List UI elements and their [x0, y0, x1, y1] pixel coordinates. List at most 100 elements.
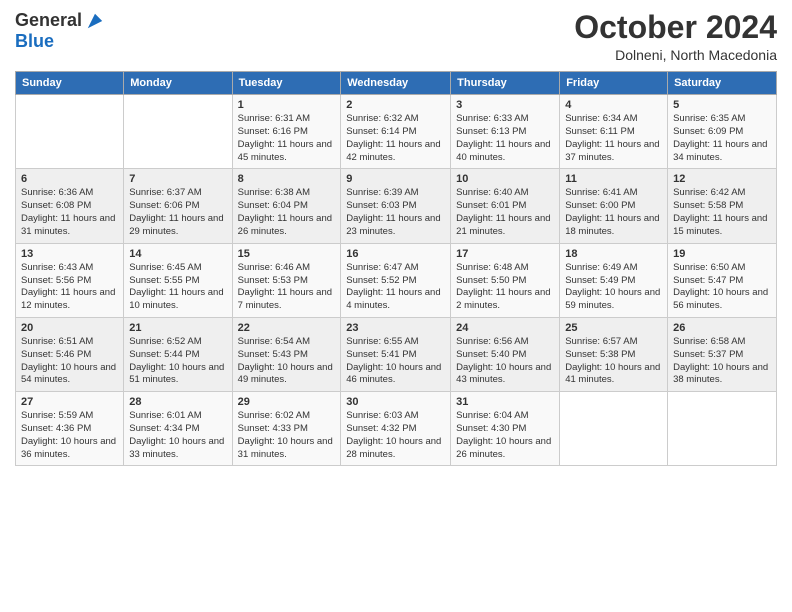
- day-number: 18: [565, 248, 662, 260]
- calendar-week-row: 1 Sunrise: 6:31 AM Sunset: 6:16 PM Daylig…: [16, 95, 777, 169]
- calendar-cell: 28 Sunrise: 6:01 AM Sunset: 4:34 PM Dayli…: [124, 392, 232, 466]
- weekday-header: Friday: [560, 72, 668, 95]
- day-number: 30: [346, 396, 445, 408]
- calendar-cell: 18 Sunrise: 6:49 AM Sunset: 5:49 PM Dayli…: [560, 243, 668, 317]
- day-info: Sunrise: 6:38 AM Sunset: 6:04 PM Dayligh…: [238, 187, 336, 238]
- day-number: 2: [346, 99, 445, 111]
- calendar-cell: 24 Sunrise: 6:56 AM Sunset: 5:40 PM Dayli…: [451, 317, 560, 391]
- day-info: Sunrise: 6:48 AM Sunset: 5:50 PM Dayligh…: [456, 262, 554, 313]
- day-number: 16: [346, 248, 445, 260]
- day-number: 31: [456, 396, 554, 408]
- logo-wing-icon: [86, 12, 104, 30]
- day-info: Sunrise: 6:51 AM Sunset: 5:46 PM Dayligh…: [21, 336, 118, 387]
- calendar-cell: 21 Sunrise: 6:52 AM Sunset: 5:44 PM Dayli…: [124, 317, 232, 391]
- calendar-week-row: 13 Sunrise: 6:43 AM Sunset: 5:56 PM Dayli…: [16, 243, 777, 317]
- day-info: Sunrise: 6:03 AM Sunset: 4:32 PM Dayligh…: [346, 410, 445, 461]
- calendar-cell: 29Sunrise: 6:02 AM Sunset: 4:33 PM Dayli…: [232, 392, 341, 466]
- calendar-cell: 5Sunrise: 6:35 AM Sunset: 6:09 PM Daylig…: [668, 95, 777, 169]
- day-info: Sunrise: 6:46 AM Sunset: 5:53 PM Dayligh…: [238, 262, 336, 313]
- calendar-cell: 13 Sunrise: 6:43 AM Sunset: 5:56 PM Dayli…: [16, 243, 124, 317]
- day-number: 6: [21, 173, 118, 185]
- day-number: 4: [565, 99, 662, 111]
- day-info: Sunrise: 6:39 AM Sunset: 6:03 PM Dayligh…: [346, 187, 445, 238]
- day-info: Sunrise: 6:49 AM Sunset: 5:49 PM Dayligh…: [565, 262, 662, 313]
- day-info: Sunrise: 6:52 AM Sunset: 5:44 PM Dayligh…: [129, 336, 226, 387]
- calendar-cell: 30 Sunrise: 6:03 AM Sunset: 4:32 PM Dayli…: [341, 392, 451, 466]
- calendar-cell: 20 Sunrise: 6:51 AM Sunset: 5:46 PM Dayli…: [16, 317, 124, 391]
- day-info: Sunrise: 6:41 AM Sunset: 6:00 PM Dayligh…: [565, 187, 662, 238]
- location: Dolneni, North Macedonia: [574, 47, 777, 63]
- day-info: Sunrise: 6:33 AM Sunset: 6:13 PM Dayligh…: [456, 113, 554, 164]
- calendar-cell: 6 Sunrise: 6:36 AM Sunset: 6:08 PM Daylig…: [16, 169, 124, 243]
- day-number: 11: [565, 173, 662, 185]
- calendar-cell: [16, 95, 124, 169]
- header: General Blue October 2024 Dolneni, North…: [15, 10, 777, 63]
- day-number: 21: [129, 322, 226, 334]
- calendar-cell: [560, 392, 668, 466]
- calendar-cell: 9Sunrise: 6:39 AM Sunset: 6:03 PM Daylig…: [341, 169, 451, 243]
- day-number: 25: [565, 322, 662, 334]
- logo-blue-text: Blue: [15, 31, 54, 52]
- day-number: 13: [21, 248, 118, 260]
- calendar-cell: 10Sunrise: 6:40 AM Sunset: 6:01 PM Dayli…: [451, 169, 560, 243]
- day-info: Sunrise: 6:55 AM Sunset: 5:41 PM Dayligh…: [346, 336, 445, 387]
- day-info: Sunrise: 6:31 AM Sunset: 6:16 PM Dayligh…: [238, 113, 336, 164]
- calendar-table: SundayMondayTuesdayWednesdayThursdayFrid…: [15, 71, 777, 466]
- day-number: 1: [238, 99, 336, 111]
- calendar-cell: 25 Sunrise: 6:57 AM Sunset: 5:38 PM Dayli…: [560, 317, 668, 391]
- day-info: Sunrise: 5:59 AM Sunset: 4:36 PM Dayligh…: [21, 410, 118, 461]
- calendar-cell: 11 Sunrise: 6:41 AM Sunset: 6:00 PM Dayli…: [560, 169, 668, 243]
- calendar-cell: 15 Sunrise: 6:46 AM Sunset: 5:53 PM Dayli…: [232, 243, 341, 317]
- weekday-header: Wednesday: [341, 72, 451, 95]
- day-info: Sunrise: 6:34 AM Sunset: 6:11 PM Dayligh…: [565, 113, 662, 164]
- day-number: 8: [238, 173, 336, 185]
- day-info: Sunrise: 6:45 AM Sunset: 5:55 PM Dayligh…: [129, 262, 226, 313]
- weekday-header: Tuesday: [232, 72, 341, 95]
- calendar-cell: 27Sunrise: 5:59 AM Sunset: 4:36 PM Dayli…: [16, 392, 124, 466]
- calendar-cell: 23 Sunrise: 6:55 AM Sunset: 5:41 PM Dayli…: [341, 317, 451, 391]
- day-number: 28: [129, 396, 226, 408]
- logo-general-text: General: [15, 10, 82, 31]
- day-info: Sunrise: 6:36 AM Sunset: 6:08 PM Dayligh…: [21, 187, 118, 238]
- day-number: 24: [456, 322, 554, 334]
- calendar-cell: 19Sunrise: 6:50 AM Sunset: 5:47 PM Dayli…: [668, 243, 777, 317]
- weekday-header: Thursday: [451, 72, 560, 95]
- calendar-cell: 4 Sunrise: 6:34 AM Sunset: 6:11 PM Daylig…: [560, 95, 668, 169]
- calendar-cell: 17 Sunrise: 6:48 AM Sunset: 5:50 PM Dayli…: [451, 243, 560, 317]
- day-info: Sunrise: 6:47 AM Sunset: 5:52 PM Dayligh…: [346, 262, 445, 313]
- weekday-header: Monday: [124, 72, 232, 95]
- month-title: October 2024: [574, 10, 777, 45]
- day-info: Sunrise: 6:01 AM Sunset: 4:34 PM Dayligh…: [129, 410, 226, 461]
- day-number: 19: [673, 248, 771, 260]
- logo: General: [15, 10, 104, 31]
- day-info: Sunrise: 6:56 AM Sunset: 5:40 PM Dayligh…: [456, 336, 554, 387]
- day-info: Sunrise: 6:57 AM Sunset: 5:38 PM Dayligh…: [565, 336, 662, 387]
- day-info: Sunrise: 6:04 AM Sunset: 4:30 PM Dayligh…: [456, 410, 554, 461]
- calendar-cell: 1 Sunrise: 6:31 AM Sunset: 6:16 PM Daylig…: [232, 95, 341, 169]
- calendar-cell: 14 Sunrise: 6:45 AM Sunset: 5:55 PM Dayli…: [124, 243, 232, 317]
- day-number: 26: [673, 322, 771, 334]
- day-number: 15: [238, 248, 336, 260]
- day-info: Sunrise: 6:37 AM Sunset: 6:06 PM Dayligh…: [129, 187, 226, 238]
- day-number: 12: [673, 173, 771, 185]
- day-info: Sunrise: 6:43 AM Sunset: 5:56 PM Dayligh…: [21, 262, 118, 313]
- title-area: October 2024 Dolneni, North Macedonia: [574, 10, 777, 63]
- calendar-cell: 7 Sunrise: 6:37 AM Sunset: 6:06 PM Daylig…: [124, 169, 232, 243]
- day-number: 14: [129, 248, 226, 260]
- calendar-week-row: 20 Sunrise: 6:51 AM Sunset: 5:46 PM Dayli…: [16, 317, 777, 391]
- day-number: 17: [456, 248, 554, 260]
- day-number: 23: [346, 322, 445, 334]
- calendar-cell: 12Sunrise: 6:42 AM Sunset: 5:58 PM Dayli…: [668, 169, 777, 243]
- day-info: Sunrise: 6:02 AM Sunset: 4:33 PM Dayligh…: [238, 410, 336, 461]
- calendar-cell: 26Sunrise: 6:58 AM Sunset: 5:37 PM Dayli…: [668, 317, 777, 391]
- day-number: 20: [21, 322, 118, 334]
- day-info: Sunrise: 6:35 AM Sunset: 6:09 PM Dayligh…: [673, 113, 771, 164]
- day-number: 3: [456, 99, 554, 111]
- calendar-cell: 16 Sunrise: 6:47 AM Sunset: 5:52 PM Dayli…: [341, 243, 451, 317]
- day-info: Sunrise: 6:32 AM Sunset: 6:14 PM Dayligh…: [346, 113, 445, 164]
- calendar-cell: [668, 392, 777, 466]
- day-number: 7: [129, 173, 226, 185]
- weekday-header: Sunday: [16, 72, 124, 95]
- calendar-week-row: 6 Sunrise: 6:36 AM Sunset: 6:08 PM Daylig…: [16, 169, 777, 243]
- calendar-week-row: 27Sunrise: 5:59 AM Sunset: 4:36 PM Dayli…: [16, 392, 777, 466]
